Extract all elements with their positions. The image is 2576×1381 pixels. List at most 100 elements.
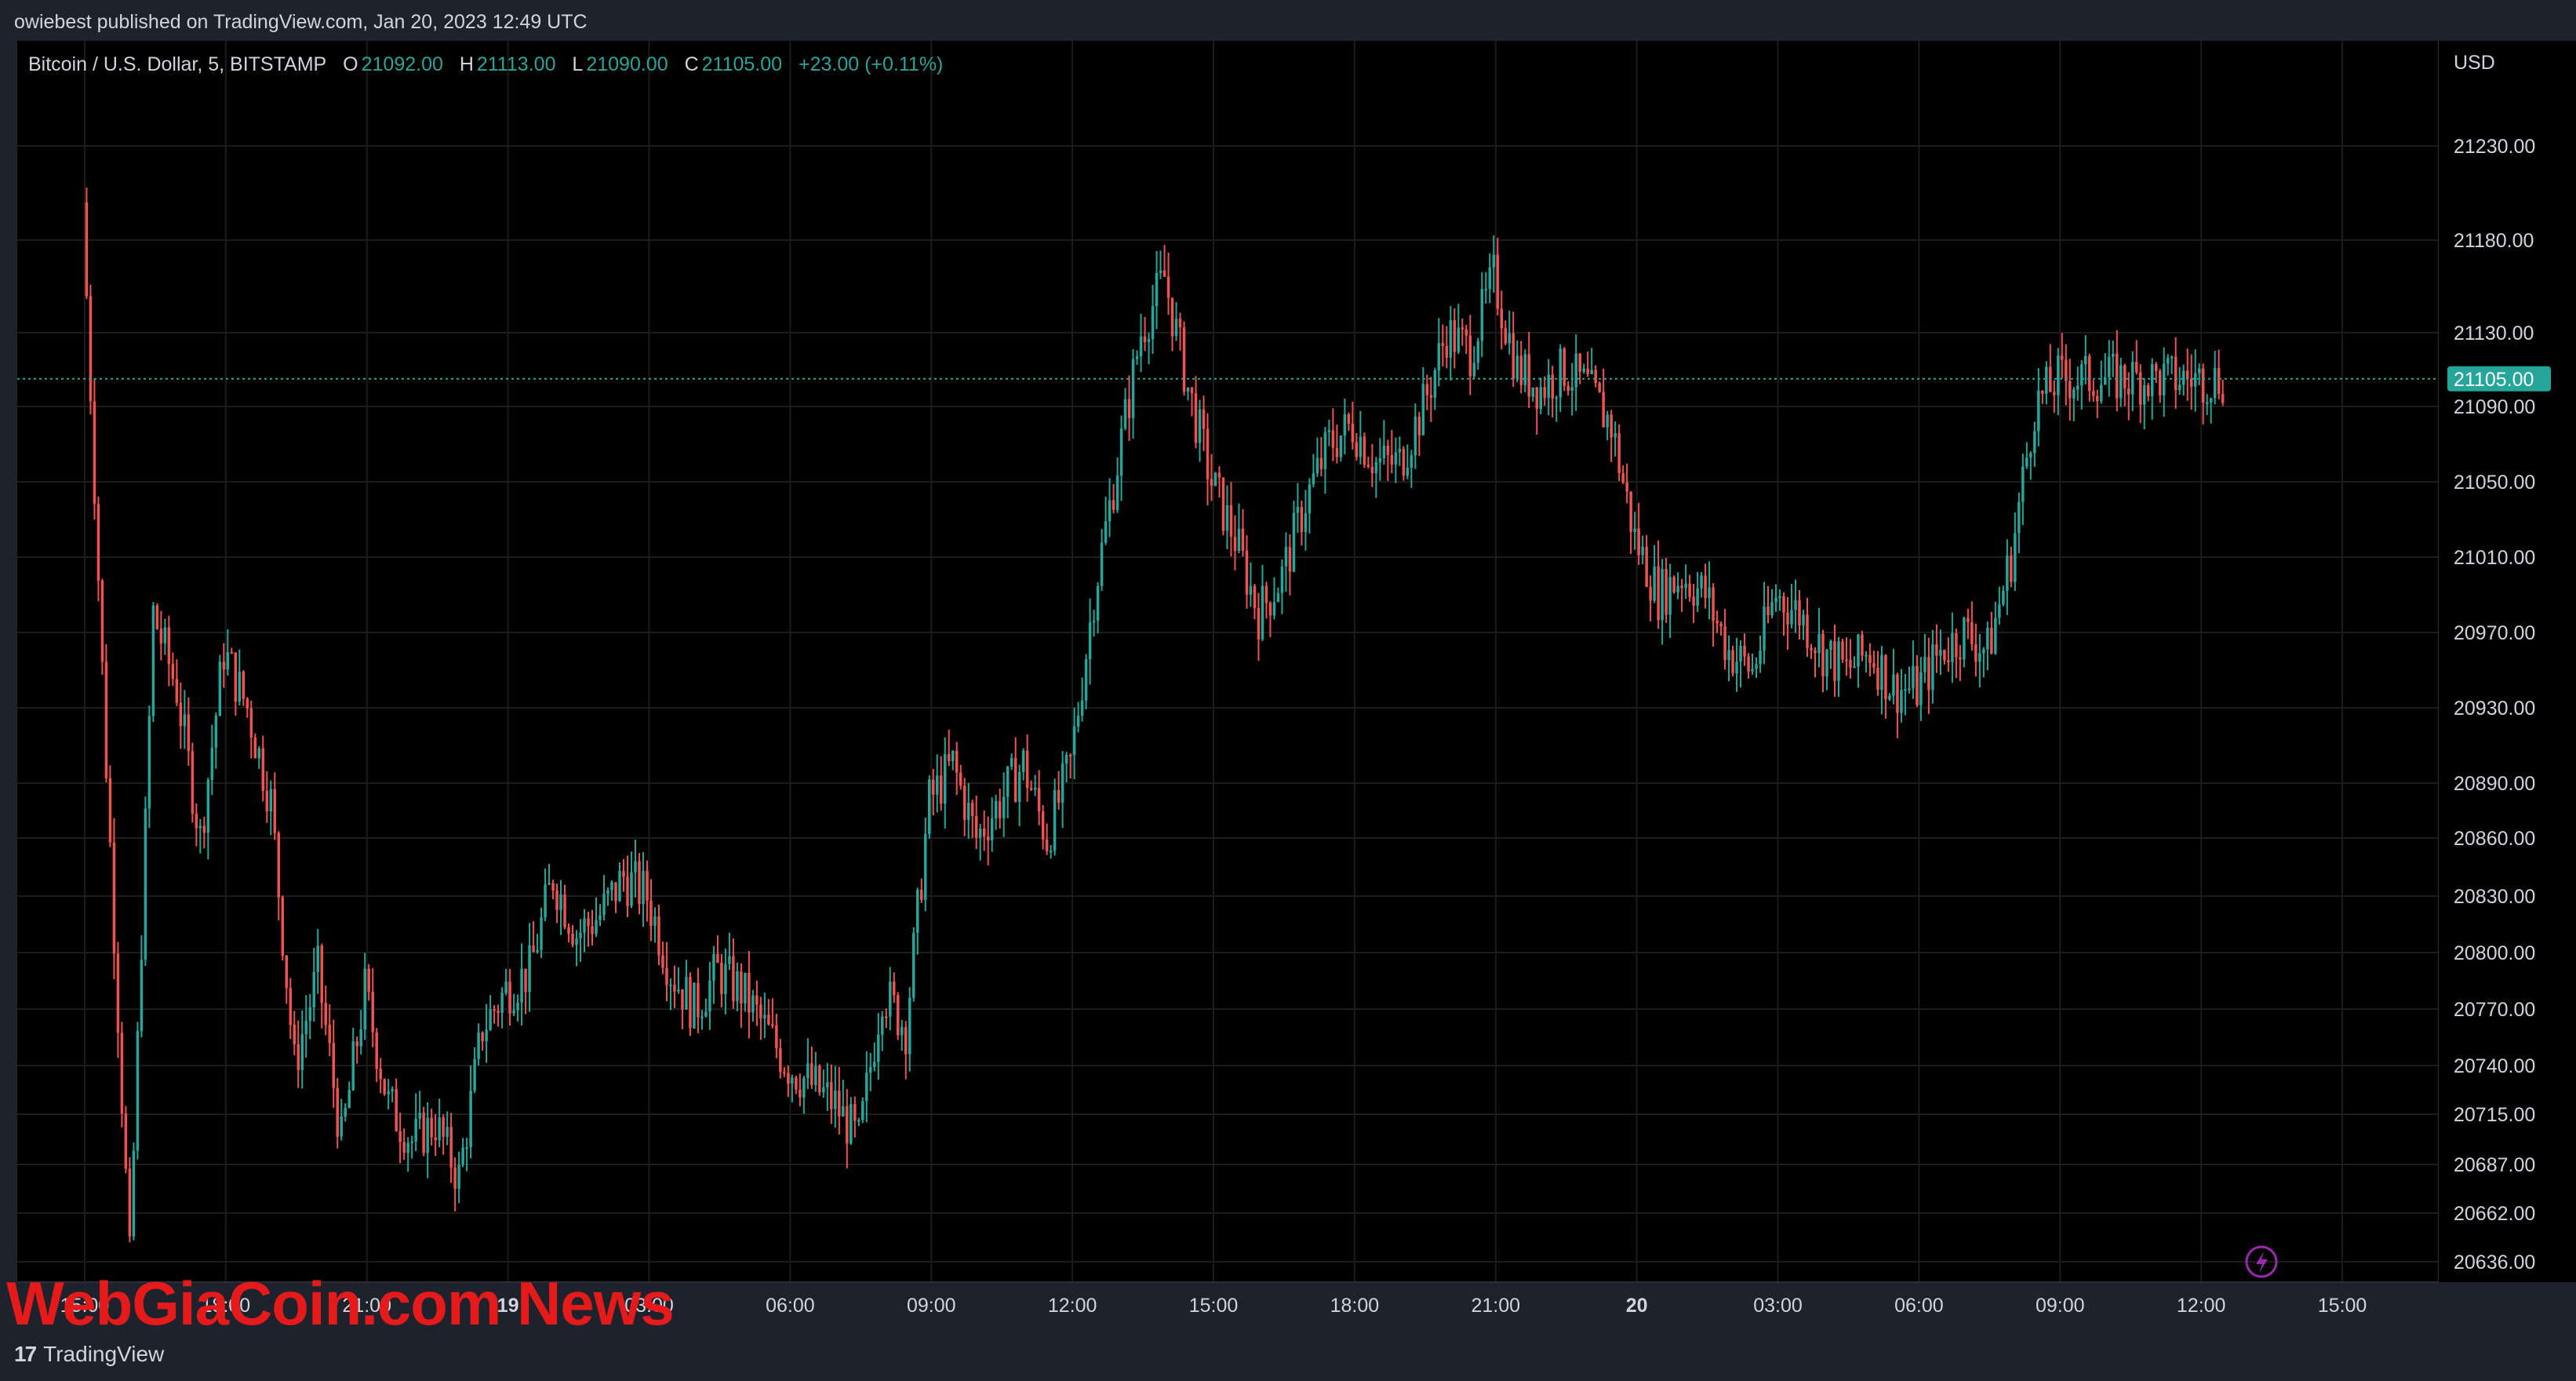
candle-body (1680, 585, 1683, 588)
candle-body (300, 1034, 304, 1070)
candle-body (2014, 533, 2017, 582)
candle-body (771, 1024, 774, 1026)
candle-body (1829, 641, 1832, 650)
candle-body (1665, 569, 1668, 615)
candle-body (2068, 381, 2072, 399)
candle-body (935, 775, 939, 795)
candle-body (2181, 370, 2185, 385)
candle-body (1794, 599, 1797, 610)
candle-body (2115, 353, 2119, 399)
candle-body (1633, 528, 1636, 532)
candle-body (308, 1007, 312, 1021)
candle-body (1849, 660, 1852, 668)
symbol-label[interactable]: Bitcoin / U.S. Dollar, 5, BITSTAMP (28, 53, 326, 75)
candle-body (1312, 473, 1315, 485)
candle-body (512, 1010, 515, 1014)
candle-body (1488, 267, 1492, 290)
candle-body (1637, 528, 1640, 556)
candle-body (857, 1120, 860, 1122)
candle-body (775, 1025, 778, 1049)
candle-body (128, 1168, 132, 1237)
candle-body (1135, 356, 1139, 359)
candle-body (1731, 650, 1734, 674)
candle-body (634, 861, 637, 873)
candle-body (1155, 273, 1159, 307)
x-tick-label: 09:00 (907, 1295, 956, 1317)
y-tick-label: 20687.00 (2454, 1154, 2535, 1176)
candle-body (1296, 507, 1300, 513)
candle-body (218, 661, 222, 716)
price-chart[interactable]: 21105.00 21230.00 21180.00 21130.00 21090.0… (0, 0, 2576, 1381)
candle-body (1735, 661, 1738, 674)
candle-body (449, 1127, 453, 1168)
candle-body (269, 789, 273, 812)
candle-body (901, 1026, 904, 1036)
candle-body (1143, 336, 1147, 342)
candle-body (599, 915, 602, 920)
candle-body (2138, 372, 2142, 405)
candle-body (116, 953, 120, 1033)
y-tick-label: 20662.00 (2454, 1203, 2535, 1225)
candle-body (736, 971, 739, 1001)
candle-body (1994, 618, 1997, 654)
candle-body (802, 1077, 806, 1098)
candle-body (697, 982, 700, 1018)
candle-body (1123, 399, 1127, 429)
candle-body (497, 1011, 500, 1013)
candle-body (453, 1167, 457, 1190)
candle-body (1708, 587, 1711, 599)
tradingview-logo[interactable]: 17 TradingView (14, 1342, 164, 1367)
candle-body (2061, 355, 2064, 360)
candle-body (587, 918, 590, 927)
candle-body (226, 652, 230, 670)
candle-body (520, 968, 523, 1003)
candle-body (1300, 507, 1304, 532)
candle-body (2189, 378, 2193, 387)
candle-body (1025, 750, 1029, 788)
candle-body (1386, 445, 1390, 455)
candle-body (783, 1071, 786, 1073)
candle-body (693, 982, 696, 1029)
candle-body (1414, 417, 1417, 456)
candle-body (536, 949, 539, 953)
candle-body (1621, 472, 1625, 483)
candle-body (112, 842, 116, 954)
candle-body (865, 1073, 868, 1102)
candle-body (324, 1003, 327, 1026)
candle-body (681, 989, 684, 1010)
candle-body (1202, 409, 1206, 429)
candle-body (1912, 665, 1915, 689)
y-tick-label: 20770.00 (2454, 999, 2535, 1021)
candle-body (1288, 547, 1292, 572)
candle-body (328, 1025, 331, 1044)
open-key: O (343, 53, 358, 75)
candle-body (89, 296, 93, 402)
candle-body (1363, 436, 1366, 465)
candle-body (1986, 628, 1989, 650)
candle-body (485, 1029, 488, 1042)
candle-body (748, 972, 751, 1013)
candle-body (947, 754, 951, 762)
candle-body (1013, 758, 1017, 802)
candle-body (657, 916, 660, 956)
candle-body (1578, 353, 1581, 372)
candle-body (1586, 368, 1589, 374)
candle-body (1421, 384, 1425, 435)
candle-body (1531, 388, 1534, 397)
candle-body (838, 1091, 841, 1117)
candle-body (1955, 633, 1958, 658)
candle-body (1037, 787, 1041, 812)
candle-body (1527, 354, 1530, 397)
candle-body (1076, 716, 1080, 727)
candle-body (2080, 364, 2083, 386)
candle-body (1814, 650, 1817, 654)
y-tick-label: 20740.00 (2454, 1055, 2535, 1077)
candle-body (1112, 500, 1115, 510)
candle-body (959, 772, 962, 786)
candle-body (1390, 454, 1394, 465)
x-tick-label: 03:00 (1753, 1295, 1803, 1317)
candle-body (1763, 606, 1766, 651)
candle-body (1963, 618, 1966, 660)
candle-body (1096, 585, 1100, 621)
candle-body (1743, 645, 1746, 657)
